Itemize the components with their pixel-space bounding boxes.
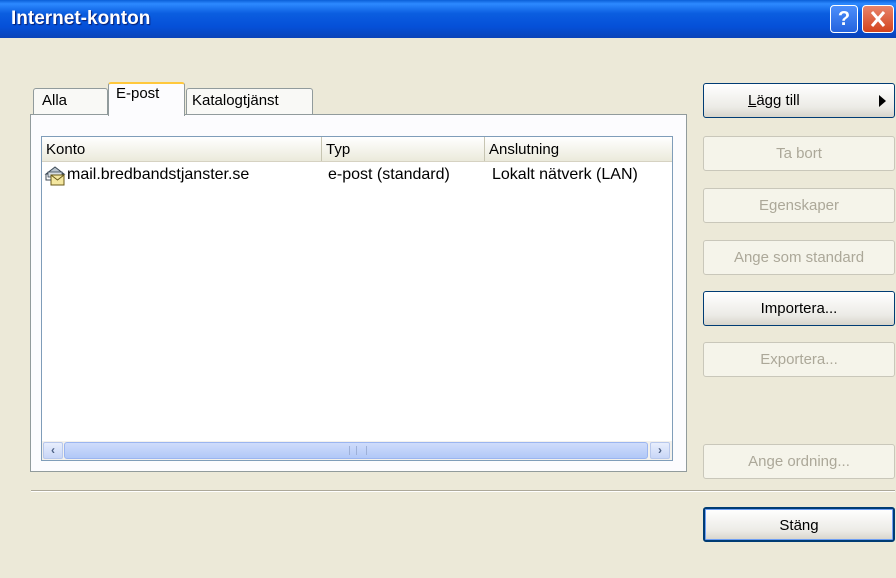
add-button[interactable]: Lägg till [703,83,895,118]
list-item[interactable]: mail.bredbandstjanster.se e-post (standa… [42,163,672,187]
account-name: mail.bredbandstjanster.se [67,166,250,183]
horizontal-scrollbar[interactable]: ‹ › [42,441,672,460]
chevron-right-icon: › [658,443,662,457]
account-type: e-post (standard) [328,166,450,183]
grip-icon [349,446,367,455]
tab-alla[interactable]: Alla [33,88,108,114]
set-order-button[interactable]: Ange ordning... [703,444,895,479]
column-header-konto[interactable]: Konto [42,137,322,161]
chevron-left-icon: ‹ [51,443,55,457]
close-button[interactable]: Stäng [703,507,895,542]
import-button[interactable]: Importera... [703,291,895,326]
tab-label: Alla [42,92,68,109]
tab-e-post[interactable]: E-post [108,82,185,116]
mail-account-icon [44,166,66,186]
column-header-anslutning[interactable]: Anslutning [485,137,672,161]
scroll-right-button[interactable]: › [650,442,670,459]
window-title: Internet-konton [11,8,151,29]
triangle-right-icon [879,95,886,107]
list-header: Konto Typ Anslutning [42,137,672,162]
export-button[interactable]: Exportera... [703,342,895,377]
account-connection: Lokalt nätverk (LAN) [492,166,638,183]
help-icon: ? [837,8,851,30]
set-default-button[interactable]: Ange som standard [703,240,895,275]
column-header-typ[interactable]: Typ [322,137,485,161]
scroll-left-button[interactable]: ‹ [43,442,63,459]
tab-label: Katalogtjänst [192,92,279,109]
close-icon [870,11,886,27]
divider [31,490,895,492]
properties-button[interactable]: Egenskaper [703,188,895,223]
tab-panel-e-post: Konto Typ Anslutning mail.bredbandstjans… [30,114,687,472]
title-bar[interactable]: Internet-konton ? [0,0,896,38]
remove-button[interactable]: Ta bort [703,136,895,171]
tab-katalogtjanst[interactable]: Katalogtjänst [186,88,313,114]
add-button-label: ägg till [756,92,800,109]
help-button[interactable]: ? [830,5,858,33]
close-window-button[interactable] [862,5,894,33]
scrollbar-thumb[interactable] [64,442,648,459]
tab-label: E-post [116,85,160,102]
accounts-list[interactable]: Konto Typ Anslutning mail.bredbandstjans… [41,136,673,461]
